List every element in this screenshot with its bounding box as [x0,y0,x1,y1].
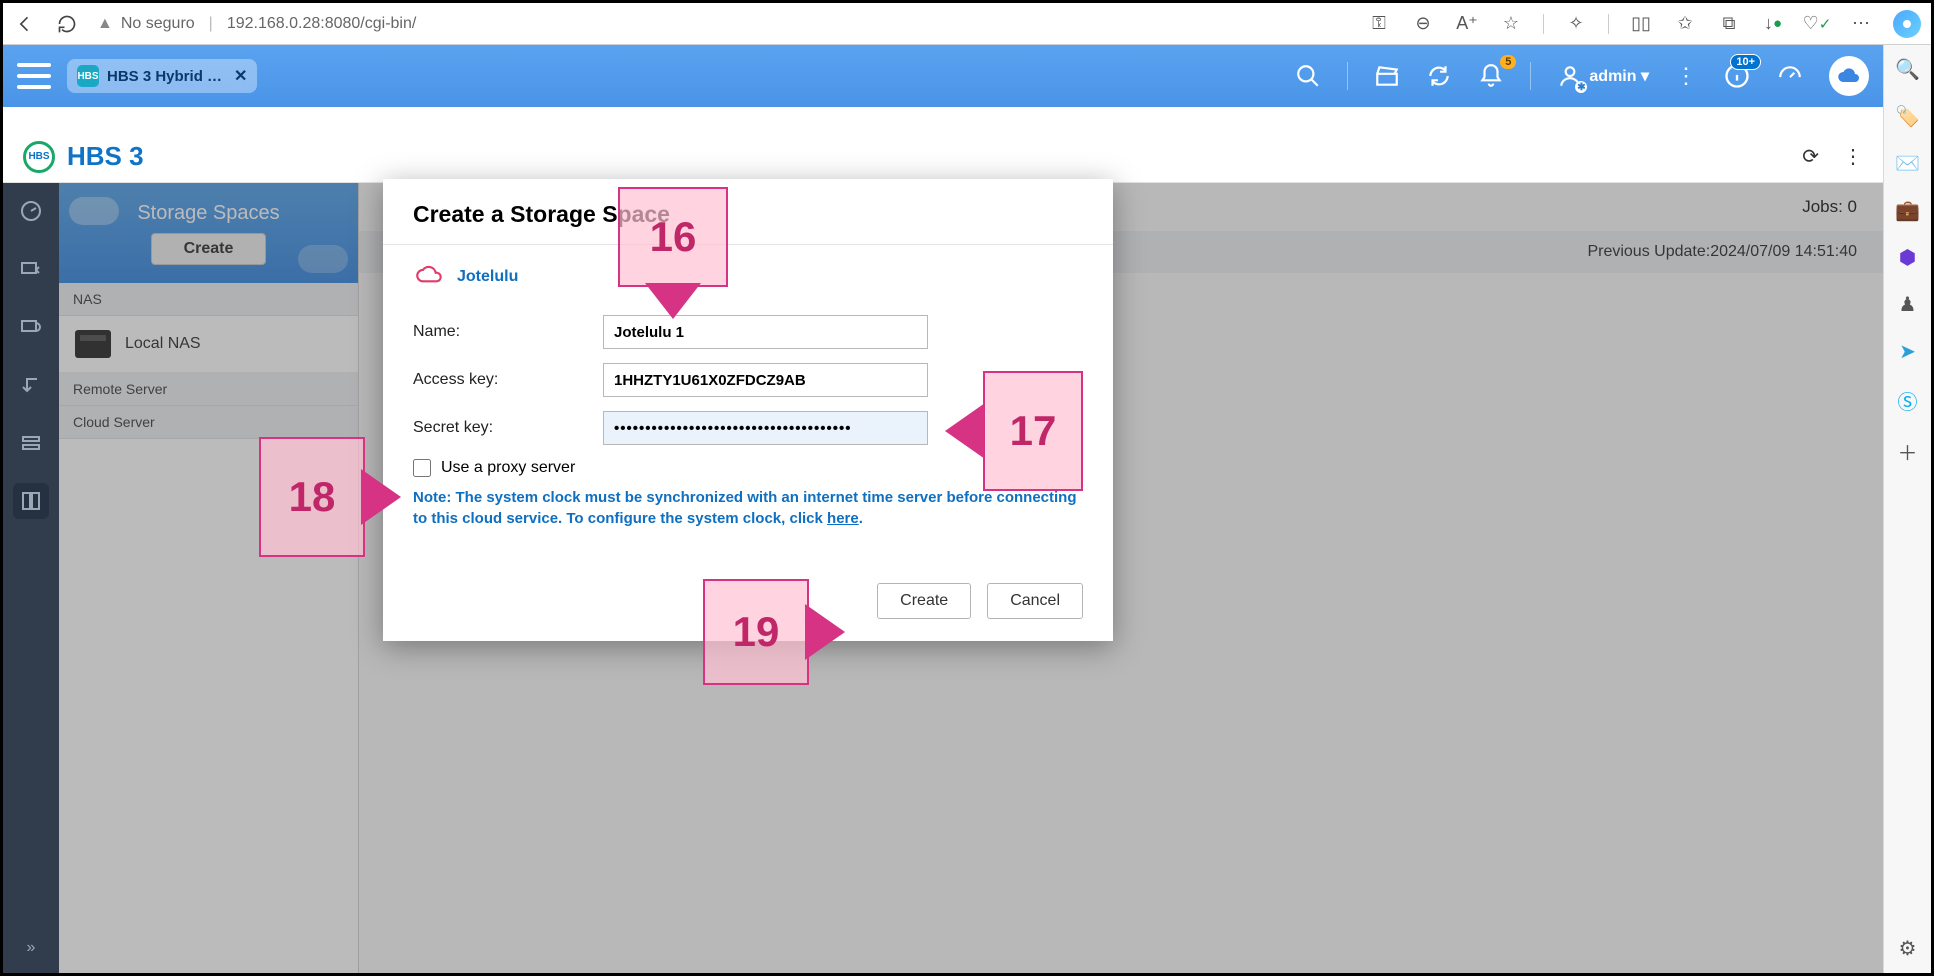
tab-title: HBS 3 Hybrid … [107,68,222,85]
favorite-icon[interactable]: ☆ [1499,12,1523,36]
collections-icon[interactable]: ✩ [1673,12,1697,36]
user-icon: ✱ [1557,63,1583,89]
app-header-row: HBS HBS 3 ⟳ ⋮ [3,131,1883,183]
callout-17-label: 17 [1010,407,1057,455]
provider-row: Jotelulu [383,245,1113,297]
performance-icon[interactable]: ♡✓ [1805,12,1829,36]
address-bar[interactable]: ▲ No seguro | 192.168.0.28:8080/cgi-bin/ [97,15,416,33]
edge-tag-icon[interactable]: 🏷️ [1895,104,1920,129]
callout-17: 17 [983,371,1083,491]
browser-toolbar: ▲ No seguro | 192.168.0.28:8080/cgi-bin/… [3,3,1931,45]
menu-icon[interactable] [17,63,51,89]
qnap-top-bar: HBS HBS 3 Hybrid … ✕ 5 ✱ admin ▾ ⋮ 10+ [3,45,1883,107]
copilot-icon[interactable] [1893,10,1921,38]
refresh-icon[interactable] [55,12,79,36]
refresh-app-icon[interactable]: ⟳ [1802,144,1819,169]
search-icon[interactable] [1295,63,1321,89]
hbs-tab-icon: HBS [77,65,99,87]
app-body: » Storage Spaces Create NAS Local NAS Re… [3,131,1883,973]
dashboard-icon[interactable] [1777,63,1803,89]
note-text: Note: The system clock must be synchroni… [413,489,1077,527]
edge-send-icon[interactable]: ➤ [1899,339,1916,364]
cancel-button[interactable]: Cancel [987,583,1083,619]
callout-18: 18 [259,437,365,557]
provider-name: Jotelulu [457,268,518,286]
name-input[interactable] [603,315,928,349]
user-label: admin ▾ [1589,66,1649,86]
insecure-icon: ▲ [97,15,113,33]
browser-right-icons: ⚿ ⊖ A⁺ ☆ ✧ ▯▯ ✩ ⧉ ↓● ♡✓ ⋯ [1367,10,1921,38]
edge-skype-icon[interactable]: Ⓢ [1898,386,1918,415]
hbs-logo-icon: HBS [23,141,55,173]
callout-19: 19 [703,579,809,685]
insecure-label: No seguro [121,15,195,33]
access-key-label: Access key: [413,371,603,389]
callout-19-label: 19 [733,608,780,656]
read-aloud-icon[interactable]: A⁺ [1455,12,1479,36]
create-button[interactable]: Create [877,583,971,619]
edge-briefcase-icon[interactable]: 💼 [1895,198,1920,223]
sync-icon[interactable] [1426,63,1452,89]
callout-18-label: 18 [289,473,336,521]
info-badge: 10+ [1730,54,1761,70]
app-more-icon[interactable]: ⋮ [1843,144,1863,169]
wallet-icon[interactable]: ⧉ [1717,12,1741,36]
downloads-icon[interactable]: ↓● [1761,12,1785,36]
back-icon[interactable] [13,12,37,36]
modal-title: Create a Storage Space [383,179,1113,245]
secret-key-label: Secret key: [413,419,603,437]
clock-note: Note: The system clock must be synchroni… [383,487,1113,529]
access-key-input[interactable] [603,363,928,397]
callout-16-label: 16 [650,213,697,261]
key-icon[interactable]: ⚿ [1367,12,1391,36]
proxy-checkbox[interactable] [413,459,431,477]
user-menu[interactable]: ✱ admin ▾ [1557,63,1649,89]
callout-16: 16 [618,187,728,287]
name-label: Name: [413,323,603,341]
app-tab[interactable]: HBS HBS 3 Hybrid … ✕ [67,59,257,93]
edge-office-icon[interactable]: ⬢ [1899,245,1916,270]
edge-search-icon[interactable]: 🔍 [1895,57,1920,82]
edge-settings-icon[interactable]: ⚙ [1899,936,1917,961]
kebab-icon[interactable]: ⋮ [1675,63,1697,89]
edge-chess-icon[interactable]: ♟ [1899,292,1917,317]
zoom-out-icon[interactable]: ⊖ [1411,12,1435,36]
secret-key-input[interactable] [603,411,928,445]
app-title: HBS 3 [67,141,144,172]
edge-add-icon[interactable]: ＋ [1898,437,1918,466]
bell-icon[interactable]: 5 [1478,63,1504,89]
info-icon[interactable]: 10+ [1723,62,1751,90]
jotelulu-logo-icon [413,265,447,289]
edge-sidebar: 🔍 🏷️ ✉️ 💼 ⬢ ♟ ➤ Ⓢ ＋ ⚙ [1883,45,1931,973]
edge-outlook-icon[interactable]: ✉️ [1895,151,1920,176]
more-icon[interactable]: ⋯ [1849,12,1873,36]
notif-badge: 5 [1500,55,1516,69]
note-here-link[interactable]: here [827,510,859,527]
cloud-button[interactable] [1829,56,1869,96]
split-icon[interactable]: ▯▯ [1629,12,1653,36]
proxy-label: Use a proxy server [441,459,575,477]
close-tab-icon[interactable]: ✕ [234,66,247,86]
url-text: 192.168.0.28:8080/cgi-bin/ [227,15,416,33]
extensions-icon[interactable]: ✧ [1564,12,1588,36]
clapper-icon[interactable] [1374,63,1400,89]
